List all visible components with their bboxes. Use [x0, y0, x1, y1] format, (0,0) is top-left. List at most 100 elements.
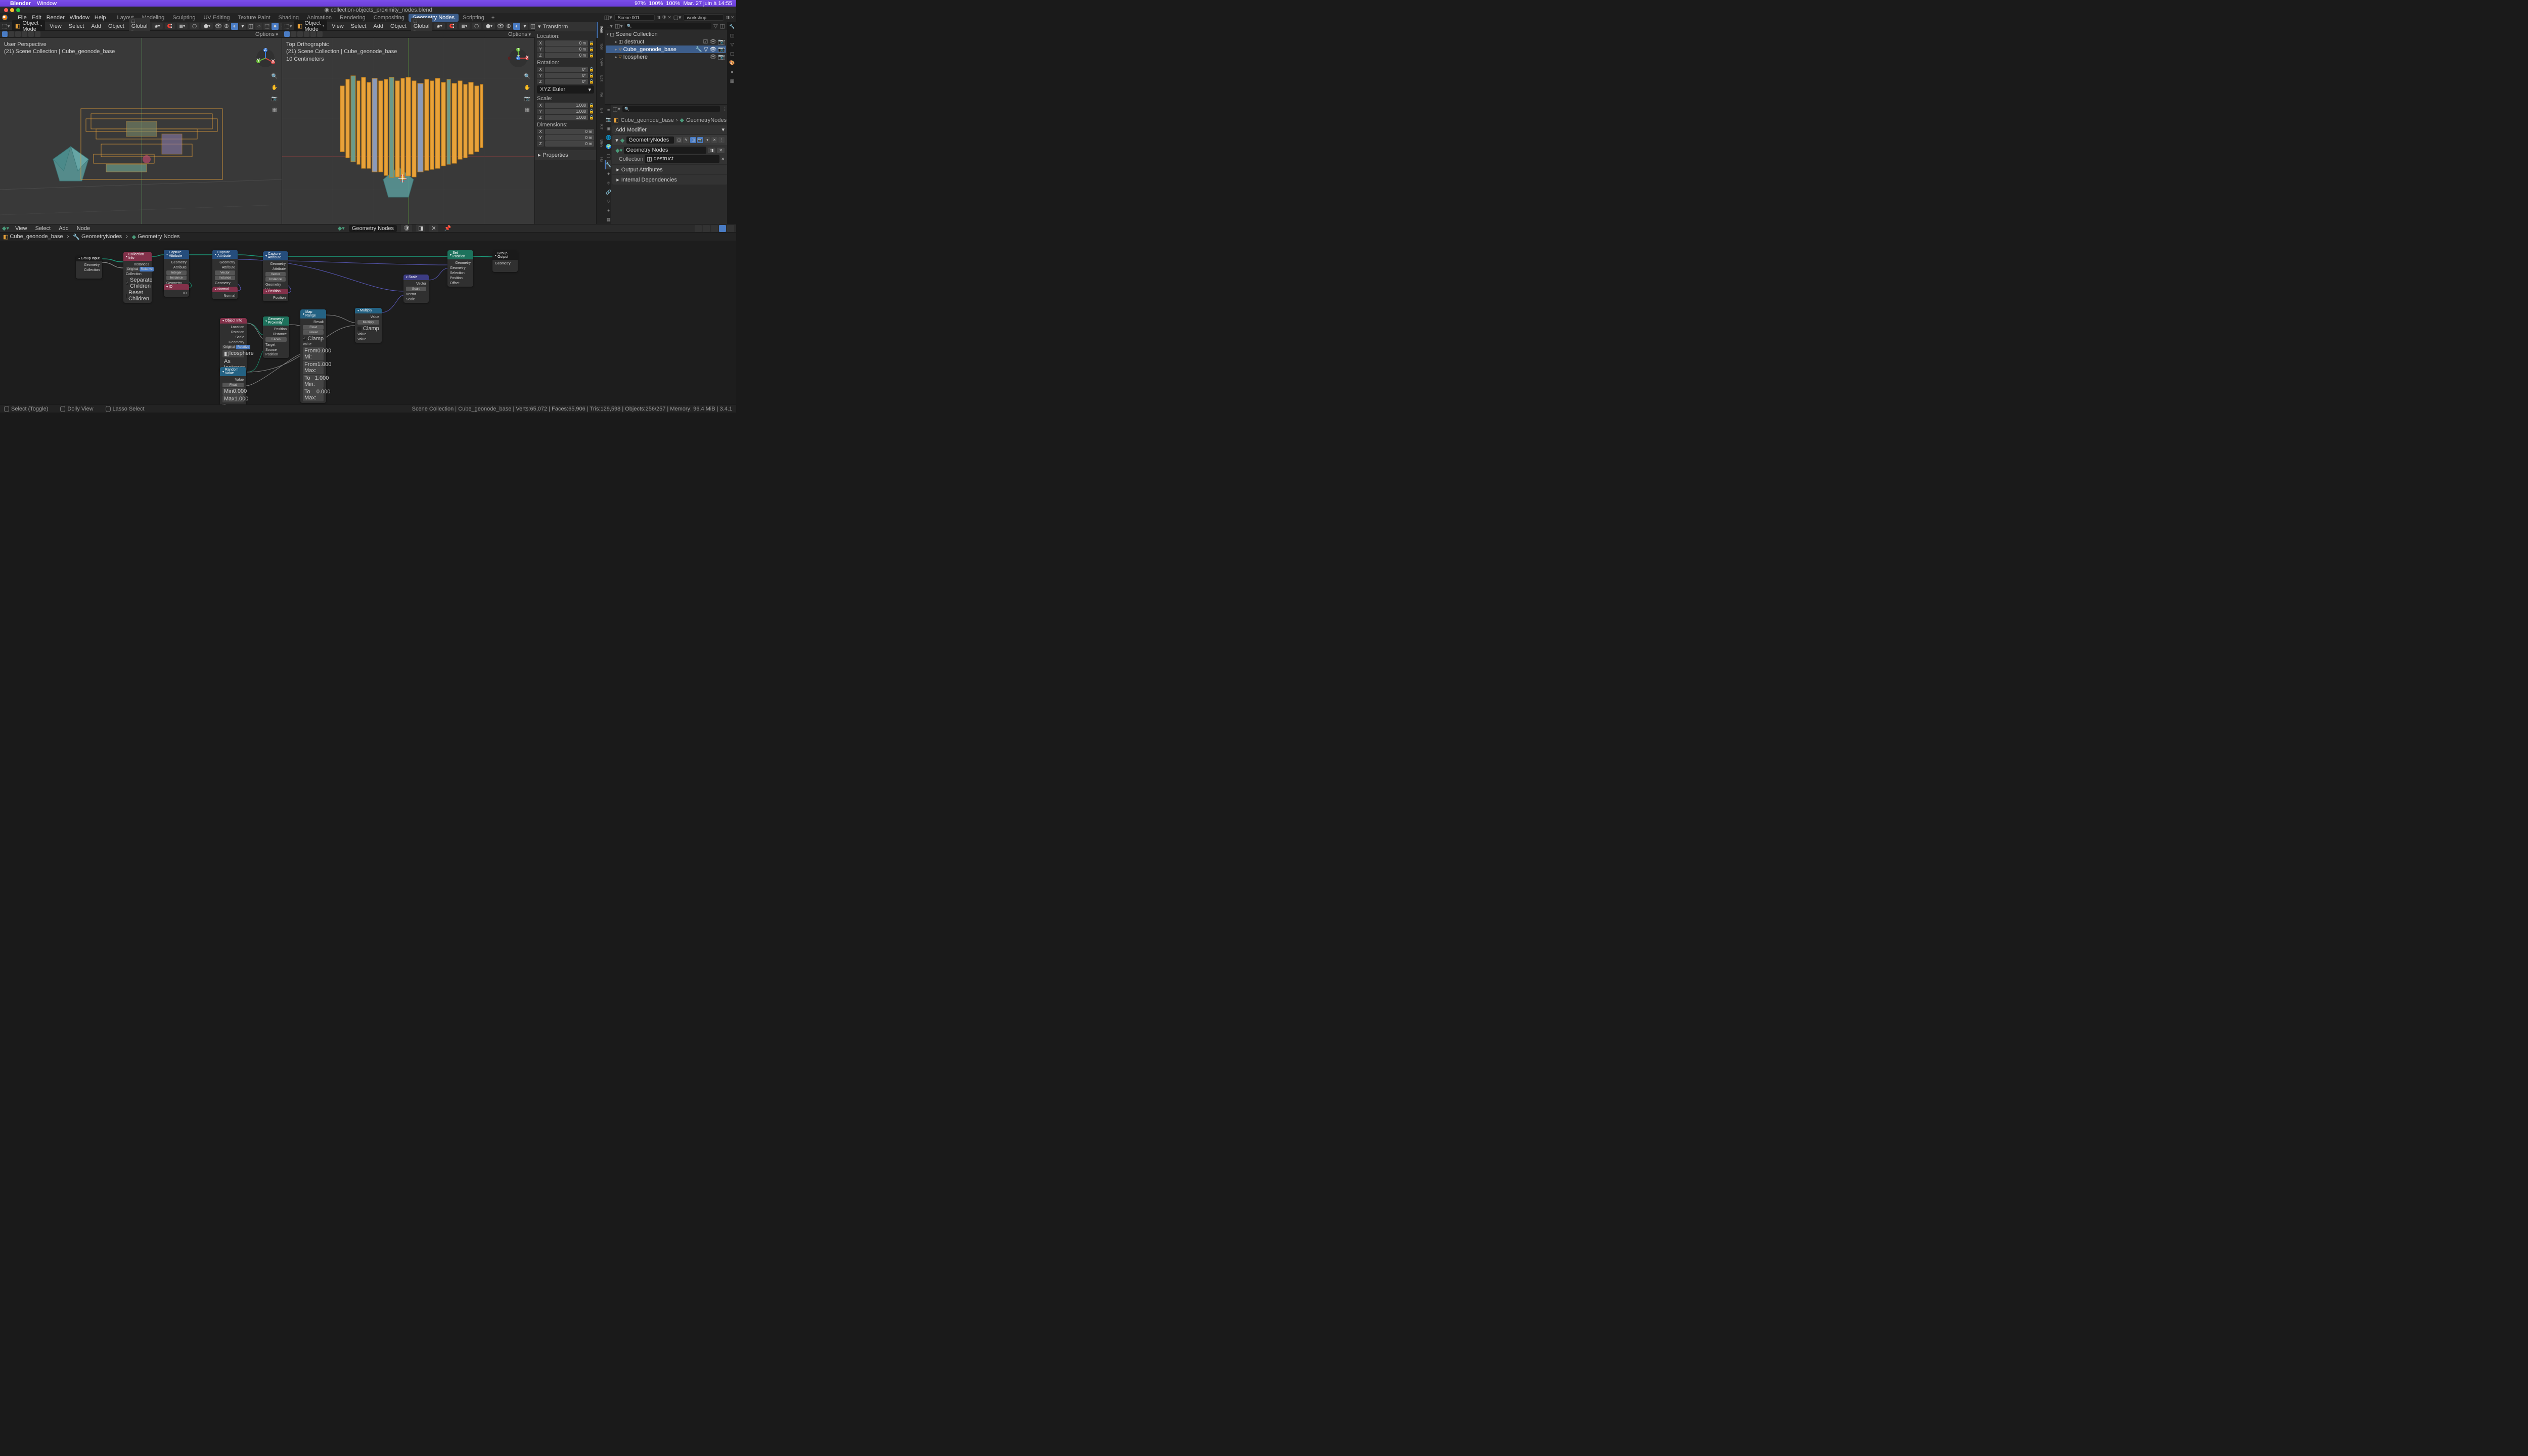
visibility-icon[interactable]: 👁 — [709, 46, 716, 53]
tool-icon-5[interactable] — [310, 31, 316, 37]
proportional-btn[interactable]: ◯ — [472, 23, 481, 29]
tool-icon-6[interactable] — [317, 31, 323, 37]
vp-menu-object[interactable]: Object — [388, 23, 409, 29]
snap-icon[interactable] — [695, 225, 702, 232]
maximize-icon[interactable] — [16, 8, 20, 12]
node-normal[interactable]: Normal Normal — [212, 287, 238, 299]
vp-menu-select[interactable]: Select — [348, 23, 369, 29]
fake-user-btn[interactable]: 🛡 — [401, 224, 412, 232]
vtab-kit[interactable]: KIT — [597, 119, 605, 135]
node-capture-attribute-2[interactable]: Capture Attribute Geometry Attribute Vec… — [212, 250, 238, 292]
dim-y[interactable]: 0 m — [545, 135, 594, 141]
sidebar-toggle[interactable] — [727, 225, 734, 232]
scene-icon[interactable]: ◫▾ — [604, 14, 612, 21]
prop-tab-scene[interactable]: 🌐 — [605, 133, 611, 142]
side-icon-3[interactable]: ▽ — [727, 40, 736, 49]
pivot-btn[interactable]: ◉▾ — [152, 23, 163, 29]
axis-gizmo[interactable]: X Y Z — [508, 48, 528, 68]
tool-icon-4[interactable] — [22, 31, 27, 37]
camera-icon[interactable]: 📷 — [523, 95, 531, 103]
viewlayer-selector[interactable] — [684, 14, 724, 21]
options-dropdown[interactable]: Options ▾ — [508, 31, 533, 37]
prop-tab-texture[interactable]: ▦ — [605, 215, 611, 224]
selectability-icon[interactable]: 👁 — [215, 23, 222, 30]
prop-tab-particles[interactable]: ✦ — [605, 169, 611, 178]
mod-render-icon[interactable]: 📷 — [697, 137, 703, 143]
layer-icon[interactable] — [711, 225, 718, 232]
overlay-icon[interactable]: ○ — [255, 23, 262, 30]
tool-icon-3[interactable] — [15, 31, 21, 37]
menu-render[interactable]: Render — [47, 15, 65, 21]
render-icon[interactable]: 📷 — [718, 38, 725, 45]
pivot-btn[interactable]: ◉▾ — [434, 23, 445, 29]
prop-tab-object[interactable]: ▢ — [605, 151, 611, 160]
editor-type-icon[interactable]: ◆▾ — [2, 225, 9, 232]
properties-panel-header[interactable]: ▸Properties — [535, 150, 596, 160]
tool-select-icon[interactable] — [291, 31, 296, 37]
vtab-view[interactable]: View — [597, 54, 605, 70]
side-icon-2[interactable]: ◫ — [727, 31, 736, 40]
vp-menu-add[interactable]: Add — [371, 23, 386, 29]
crumb-nodegroup[interactable]: ◆Geometry Nodes — [132, 234, 180, 240]
editor-type-icon[interactable]: ⬚▾ — [2, 23, 10, 29]
modifier-name-input[interactable]: GeometryNodes — [626, 136, 674, 144]
node-group-icon[interactable]: ◆▾ — [338, 225, 345, 232]
shading-wire-icon[interactable]: ⬚ — [263, 23, 270, 30]
mod-realtime-icon[interactable]: ◫ — [690, 137, 696, 143]
gizmo-visibility-icon[interactable]: ⊕ — [505, 23, 512, 30]
lock-icon[interactable]: 🔓 — [589, 47, 594, 52]
snap-target[interactable]: ▦▾ — [459, 23, 470, 29]
menu-window[interactable]: Window — [70, 15, 89, 21]
zoom-icon[interactable]: 🔍 — [523, 72, 531, 80]
node-collection-info[interactable]: Collection Info Instances OriginalRelati… — [123, 252, 152, 303]
mod-delete-icon[interactable]: ✕ — [711, 137, 717, 143]
tool-select-icon[interactable] — [9, 31, 14, 37]
scene-buttons[interactable]: ◨ 🛡 ✕ — [657, 15, 671, 20]
scene-selector[interactable] — [614, 14, 655, 21]
node-group-field[interactable]: Geometry Nodes — [624, 147, 706, 154]
scale-z[interactable]: 1.000 — [545, 115, 588, 120]
pin-btn[interactable]: 📌 — [442, 224, 454, 232]
tool-icon-6[interactable] — [35, 31, 40, 37]
viewport-left[interactable]: User Perspective (21) Scene Collection |… — [0, 38, 282, 224]
lock-icon[interactable]: 🔓 — [589, 67, 594, 72]
proportional-btn[interactable]: ◯ — [190, 23, 199, 29]
options-dropdown[interactable]: Options ▾ — [255, 31, 280, 37]
node-object-info[interactable]: Object Info Location Rotation Scale Geom… — [220, 318, 247, 372]
overlay-icon[interactable] — [703, 225, 710, 232]
lock-icon[interactable]: 🔓 — [589, 103, 594, 108]
editor-type-icon[interactable]: ◫▾ — [612, 106, 620, 114]
node-editor[interactable]: ◆▾ View Select Add Node ◆▾ Geometry Node… — [0, 224, 736, 404]
outliner-object-cube[interactable]: ▸▽Cube_geonode_base 🔧▽ 👁📷 — [606, 46, 726, 53]
prop-tab-world[interactable]: 🌍 — [605, 142, 611, 151]
outliner-search[interactable]: 🔍 — [625, 23, 711, 29]
vtab-bh[interactable]: BH — [597, 103, 605, 119]
side-icon-4[interactable]: ▢ — [727, 49, 736, 58]
node-geometry-proximity[interactable]: Geometry Proximity Position Distance Fac… — [263, 316, 289, 358]
tool-icon-4[interactable] — [304, 31, 309, 37]
internal-dependencies-panel[interactable]: ▸Internal Dependencies — [612, 174, 728, 185]
viewport-right[interactable]: Top Orthographic (21) Scene Collection |… — [282, 38, 535, 224]
lock-icon[interactable]: 🔓 — [589, 79, 594, 84]
rotation-y[interactable]: 0° — [545, 73, 588, 78]
node-capture-attribute-3[interactable]: Capture Attribute Geometry Attribute Vec… — [263, 251, 288, 293]
unlink-btn[interactable]: ✕ — [717, 148, 725, 153]
vp-menu-object[interactable]: Object — [106, 23, 127, 29]
vtab-tool[interactable]: Tool — [597, 38, 605, 54]
new-nodegroup-btn[interactable]: ◨ — [416, 224, 425, 232]
node-group-input[interactable]: Group Input Geometry Collection — [76, 256, 102, 279]
node-group-icon[interactable]: ◆▾ — [615, 147, 622, 154]
location-x[interactable]: 0 m — [545, 40, 588, 46]
dim-x[interactable]: 0 m — [545, 129, 594, 134]
tab-sculpting[interactable]: Sculpting — [168, 14, 199, 22]
node-canvas[interactable]: Group Input Geometry Collection Collecti… — [0, 241, 736, 404]
overlay-toggle-icon[interactable]: ◐ — [231, 23, 238, 30]
node-scale[interactable]: Scale Vector Scale Vector Scale — [403, 275, 429, 303]
render-icon[interactable]: 📷 — [718, 54, 725, 60]
lock-icon[interactable]: 🔓 — [589, 109, 594, 114]
dim-z[interactable]: 0 m — [545, 141, 594, 147]
outliner-type-icon[interactable]: ≡▾ — [607, 23, 613, 29]
shading-solid-icon[interactable]: ● — [272, 23, 279, 30]
rotation-x[interactable]: 0° — [545, 67, 588, 72]
vp-menu-view[interactable]: View — [47, 23, 64, 29]
